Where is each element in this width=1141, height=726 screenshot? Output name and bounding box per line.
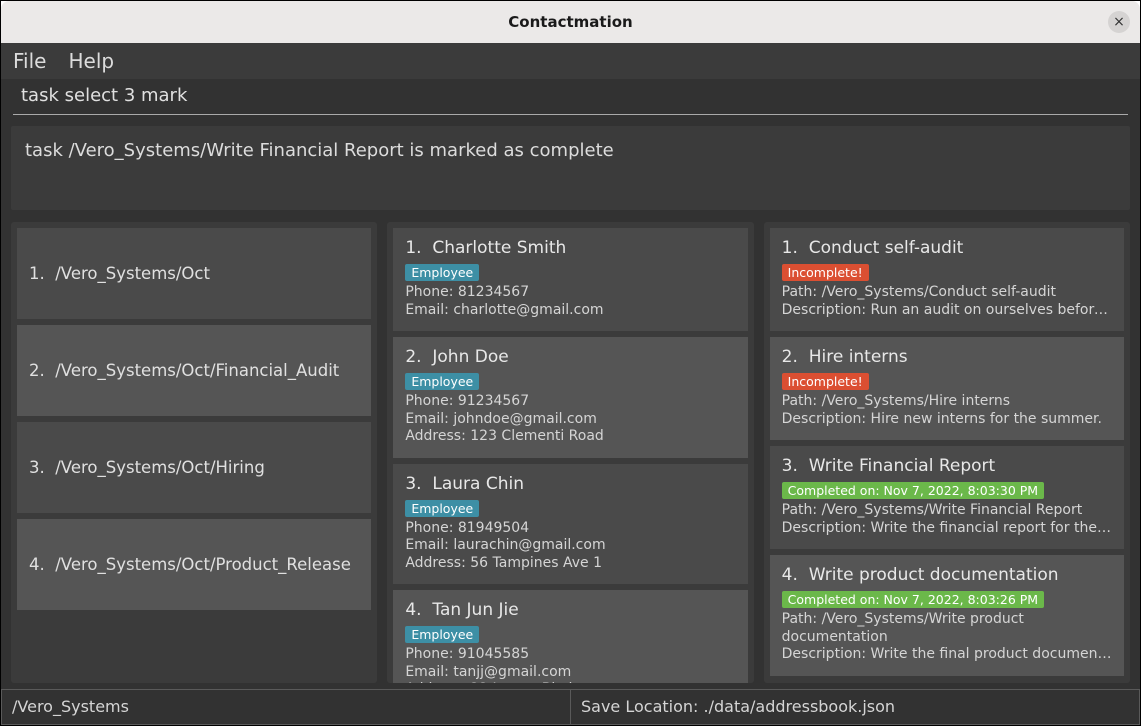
group-item[interactable]: 1. /Vero_Systems/Oct: [17, 228, 371, 319]
task-index: 2.: [782, 347, 798, 367]
columns: 1. /Vero_Systems/Oct 2. /Vero_Systems/Oc…: [1, 216, 1140, 689]
group-label: /Vero_Systems/Oct/Product_Release: [55, 555, 351, 574]
contact-email: Email: laurachin@gmail.com: [405, 537, 735, 555]
task-desc: Description: Write the final product doc…: [782, 646, 1112, 664]
task-path: Path: /Vero_Systems/Write product docume…: [782, 611, 1112, 646]
status-badge: Completed on: Nov 7, 2022, 8:03:30 PM: [782, 482, 1044, 499]
close-icon[interactable]: ×: [1108, 11, 1130, 33]
contact-address: Address: 56 Tampines Ave 1: [405, 555, 735, 573]
task-desc: Description: Hire new interns for the su…: [782, 411, 1112, 429]
contact-address: Address: 22 Jurong Blvd: [405, 681, 735, 683]
task-index: 1.: [782, 238, 798, 258]
group-index: 3.: [29, 458, 45, 477]
contact-index: 1.: [405, 238, 421, 258]
app-root: File Help task /Vero_Systems/Write Finan…: [1, 43, 1140, 725]
task-title: 4. Write product documentation: [782, 565, 1112, 585]
output-text: task /Vero_Systems/Write Financial Repor…: [25, 140, 614, 161]
group-index: 1.: [29, 264, 45, 283]
task-index: 4.: [782, 565, 798, 585]
contact-title: 3. Laura Chin: [405, 474, 735, 494]
group-item[interactable]: 4. /Vero_Systems/Oct/Product_Release: [17, 519, 371, 610]
group-index: 4.: [29, 555, 45, 574]
task-title: 2. Hire interns: [782, 347, 1112, 367]
statusbar: /Vero_Systems Save Location: ./data/addr…: [1, 689, 1140, 725]
role-badge: Employee: [405, 626, 479, 643]
tasks-panel[interactable]: 1. Conduct self-audit Incomplete! Path: …: [764, 222, 1130, 683]
task-index: 3.: [782, 456, 798, 476]
task-desc: Description: Write the financial report …: [782, 520, 1112, 538]
group-label: /Vero_Systems/Oct: [55, 264, 210, 283]
task-name: Write product documentation: [809, 565, 1059, 585]
task-name: Write Financial Report: [809, 456, 996, 476]
role-badge: Employee: [405, 500, 479, 517]
role-badge: Employee: [405, 264, 479, 281]
group-label: /Vero_Systems/Oct/Financial_Audit: [55, 361, 339, 380]
contact-title: 2. John Doe: [405, 347, 735, 367]
task-path: Path: /Vero_Systems/Conduct self-audit: [782, 284, 1112, 302]
menu-file[interactable]: File: [13, 49, 46, 73]
group-label: /Vero_Systems/Oct/Hiring: [55, 458, 265, 477]
contact-card[interactable]: 2. John Doe Employee Phone: 91234567 Ema…: [393, 337, 747, 458]
task-name: Hire interns: [809, 347, 908, 367]
contact-title: 1. Charlotte Smith: [405, 238, 735, 258]
task-desc: Description: Run an audit on ourselves b…: [782, 302, 1112, 320]
group-index: 2.: [29, 361, 45, 380]
window-title: Contactmation: [508, 13, 632, 31]
task-card[interactable]: 4. Write product documentation Completed…: [770, 555, 1124, 676]
contact-phone: Phone: 81949504: [405, 520, 735, 538]
status-badge: Incomplete!: [782, 264, 869, 281]
task-card[interactable]: 2. Hire interns Incomplete! Path: /Vero_…: [770, 337, 1124, 440]
contacts-panel[interactable]: 1. Charlotte Smith Employee Phone: 81234…: [387, 222, 753, 683]
status-badge: Incomplete!: [782, 373, 869, 390]
close-glyph: ×: [1113, 14, 1125, 30]
contact-title: 4. Tan Jun Jie: [405, 600, 735, 620]
contact-phone: Phone: 91045585: [405, 646, 735, 664]
contact-card[interactable]: 1. Charlotte Smith Employee Phone: 81234…: [393, 228, 747, 331]
contact-index: 2.: [405, 347, 421, 367]
contact-address: Address: 123 Clementi Road: [405, 428, 735, 446]
status-save-location: Save Location: ./data/addressbook.json: [571, 690, 1140, 725]
contact-phone: Phone: 81234567: [405, 284, 735, 302]
task-path: Path: /Vero_Systems/Write Financial Repo…: [782, 502, 1112, 520]
contact-email: Email: johndoe@gmail.com: [405, 411, 735, 429]
task-title: 3. Write Financial Report: [782, 456, 1112, 476]
task-name: Conduct self-audit: [809, 238, 964, 258]
menu-help[interactable]: Help: [68, 49, 114, 73]
groups-panel[interactable]: 1. /Vero_Systems/Oct 2. /Vero_Systems/Oc…: [11, 222, 377, 683]
task-card[interactable]: 3. Write Financial Report Completed on: …: [770, 446, 1124, 549]
contact-email: Email: charlotte@gmail.com: [405, 302, 735, 320]
status-path: /Vero_Systems: [1, 690, 571, 725]
menubar: File Help: [1, 43, 1140, 79]
contact-phone: Phone: 91234567: [405, 393, 735, 411]
contact-name: John Doe: [432, 347, 508, 367]
contact-name: Laura Chin: [432, 474, 524, 494]
contact-name: Tan Jun Jie: [432, 600, 518, 620]
contact-card[interactable]: 4. Tan Jun Jie Employee Phone: 91045585 …: [393, 590, 747, 683]
contact-name: Charlotte Smith: [432, 238, 566, 258]
contact-index: 4.: [405, 600, 421, 620]
output-box: task /Vero_Systems/Write Financial Repor…: [11, 126, 1130, 210]
task-title: 1. Conduct self-audit: [782, 238, 1112, 258]
contact-index: 3.: [405, 474, 421, 494]
contact-card[interactable]: 3. Laura Chin Employee Phone: 81949504 E…: [393, 464, 747, 585]
group-item[interactable]: 2. /Vero_Systems/Oct/Financial_Audit: [17, 325, 371, 416]
window-titlebar: Contactmation ×: [1, 1, 1140, 43]
command-input-wrap: [1, 79, 1140, 118]
group-item[interactable]: 3. /Vero_Systems/Oct/Hiring: [17, 422, 371, 513]
role-badge: Employee: [405, 373, 479, 390]
task-card[interactable]: 1. Conduct self-audit Incomplete! Path: …: [770, 228, 1124, 331]
command-input[interactable]: [13, 79, 1128, 115]
status-badge: Completed on: Nov 7, 2022, 8:03:26 PM: [782, 591, 1044, 608]
task-path: Path: /Vero_Systems/Hire interns: [782, 393, 1112, 411]
contact-email: Email: tanjj@gmail.com: [405, 664, 735, 682]
